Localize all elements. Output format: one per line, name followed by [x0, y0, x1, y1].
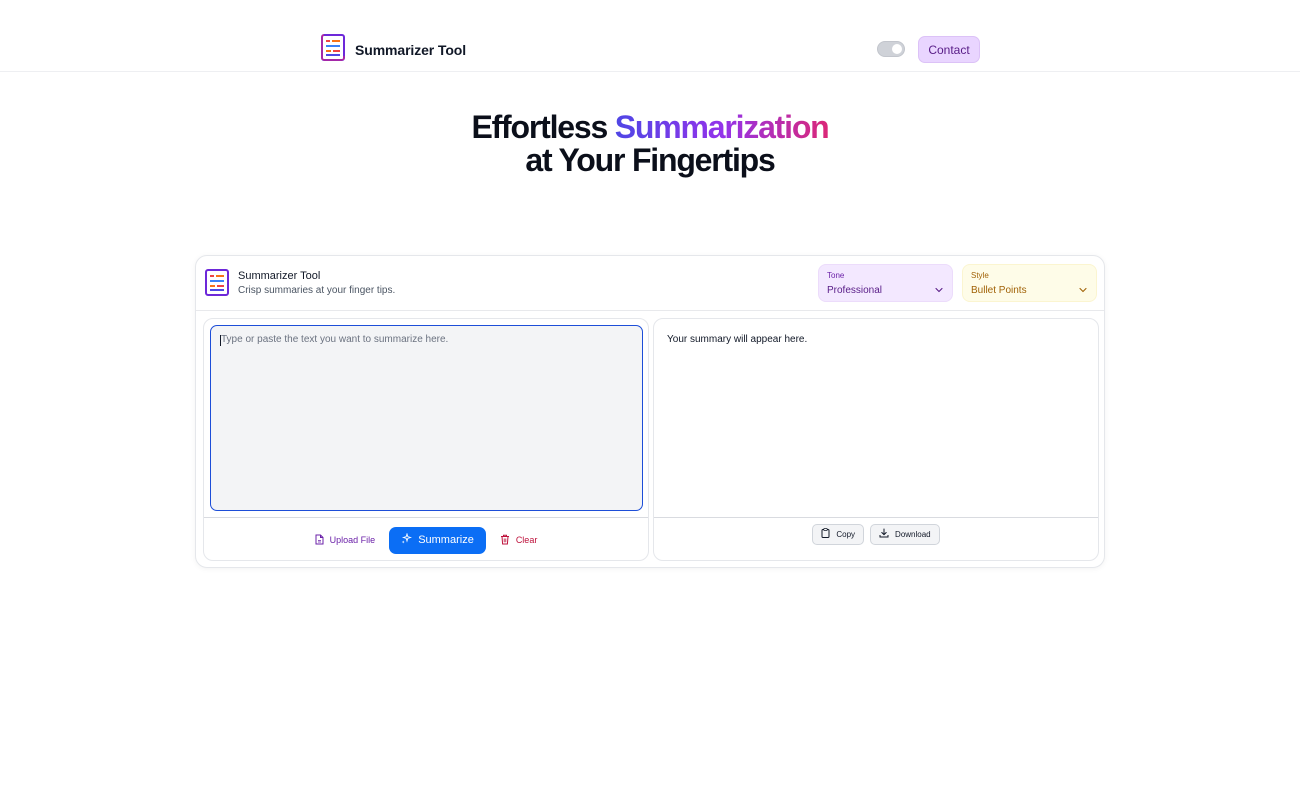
hero-line1-highlight: Summarization	[614, 109, 830, 145]
clipboard-icon	[821, 528, 830, 540]
copy-button[interactable]: Copy	[812, 523, 865, 545]
brand[interactable]: Summarizer Tool	[321, 34, 467, 66]
card-subtitle: Crisp summaries at your finger tips.	[238, 285, 396, 296]
upload-file-button[interactable]: Upload File	[309, 527, 382, 553]
tone-select[interactable]: Tone Professional	[818, 264, 953, 302]
summary-list-icon	[205, 269, 229, 301]
file-icon	[315, 534, 324, 547]
output-panel: Your summary will appear here. Copy Down…	[653, 318, 1099, 561]
download-icon	[879, 528, 889, 540]
summary-output: Your summary will appear here.	[667, 334, 808, 345]
chevron-down-icon	[935, 280, 943, 298]
style-select[interactable]: Style Bullet Points	[962, 264, 1097, 302]
tone-value: Professional	[827, 285, 883, 296]
hero-line2: at Your Fingertips	[525, 142, 775, 178]
theme-toggle[interactable]	[877, 41, 905, 57]
card-header: Summarizer Tool Crisp summaries at your …	[196, 256, 1104, 311]
sparkles-icon	[401, 532, 413, 547]
summary-list-icon	[321, 34, 345, 66]
trash-icon	[500, 534, 510, 547]
text-caret	[220, 335, 221, 346]
top-navbar: Summarizer Tool Contact	[0, 0, 1300, 72]
clear-label: Clear	[515, 535, 538, 545]
hero-headline: Effortless Summarization at Your Fingert…	[0, 111, 1300, 177]
brand-title: Summarizer Tool	[355, 42, 467, 58]
copy-label: Copy	[836, 529, 856, 539]
hero-line1-plain: Effortless	[471, 109, 615, 145]
download-label: Download	[895, 529, 931, 539]
contact-button[interactable]: Contact	[918, 36, 980, 63]
summarize-button[interactable]: Summarize	[389, 526, 486, 554]
clear-button[interactable]: Clear	[494, 527, 544, 553]
download-button[interactable]: Download	[870, 523, 940, 545]
tone-label: Tone	[827, 271, 845, 280]
style-label: Style	[971, 271, 989, 280]
input-actions: Upload File Summarize Clear	[204, 517, 648, 561]
card-title: Summarizer Tool	[238, 270, 321, 282]
summarizer-card: Summarizer Tool Crisp summaries at your …	[195, 255, 1105, 568]
source-text-input[interactable]	[210, 325, 643, 511]
chevron-down-icon	[1079, 280, 1087, 298]
toggle-knob	[892, 44, 902, 54]
upload-file-label: Upload File	[329, 535, 376, 545]
input-panel: Upload File Summarize Clear	[203, 318, 649, 561]
summarize-label: Summarize	[418, 534, 474, 546]
output-actions: Copy Download	[654, 517, 1098, 561]
style-value: Bullet Points	[971, 285, 1027, 296]
